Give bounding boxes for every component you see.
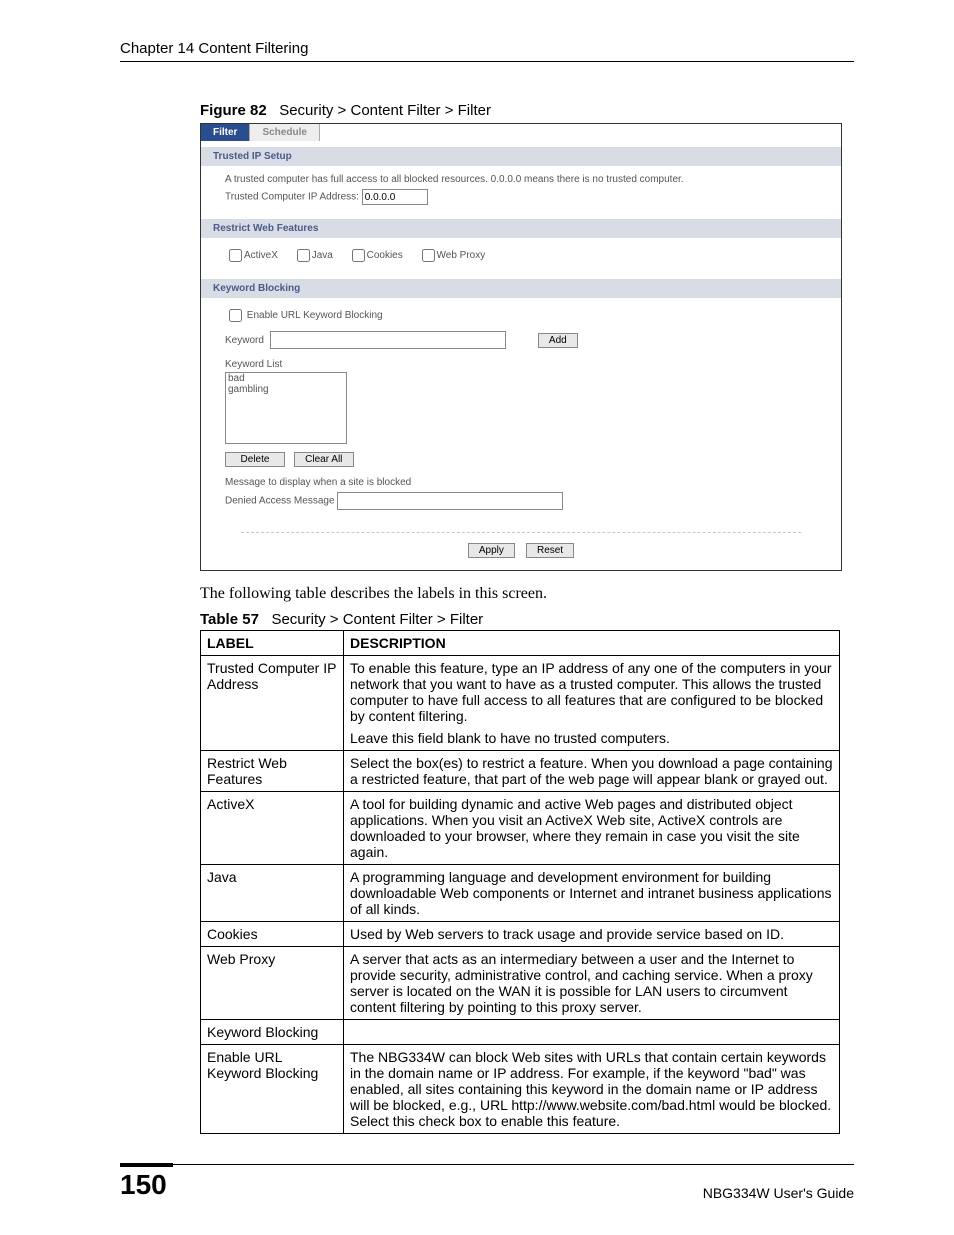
table-row: CookiesUsed by Web servers to track usag… (201, 922, 840, 947)
row-desc: Used by Web servers to track usage and p… (344, 922, 840, 947)
figure-title: Security > Content Filter > Filter (279, 102, 491, 119)
content-filter-ui: Filter Schedule Trusted IP Setup A trust… (200, 123, 842, 571)
page-number: 150 (120, 1163, 173, 1201)
table-label: Table 57 (200, 611, 259, 628)
restrict-body: ActiveX Java Cookies Web Proxy (201, 238, 841, 273)
activex-label: ActiveX (225, 250, 278, 261)
guide-name: NBG334W User's Guide (703, 1179, 854, 1201)
keyword-header: Keyword Blocking (201, 279, 841, 298)
col-label-header: LABEL (201, 631, 344, 656)
clear-all-button[interactable]: Clear All (294, 452, 354, 467)
denied-access-label: Denied Access Message (225, 496, 335, 507)
keyword-list-label: Keyword List (225, 359, 817, 370)
table-row: Web ProxyA server that acts as an interm… (201, 947, 840, 1020)
list-item[interactable]: gambling (226, 384, 346, 395)
row-desc: Select the box(es) to restrict a feature… (344, 751, 840, 792)
row-label: Web Proxy (201, 947, 344, 1020)
row-desc: The NBG334W can block Web sites with URL… (344, 1045, 840, 1134)
webproxy-label: Web Proxy (418, 250, 486, 261)
delete-button[interactable]: Delete (225, 452, 285, 467)
add-button[interactable]: Add (538, 333, 578, 348)
description-table: LABEL DESCRIPTION Trusted Computer IP Ad… (200, 630, 840, 1134)
row-desc: A programming language and development e… (344, 865, 840, 922)
table-row: Restrict Web FeaturesSelect the box(es) … (201, 751, 840, 792)
table-row: Enable URL Keyword BlockingThe NBG334W c… (201, 1045, 840, 1134)
figure-label: Figure 82 (200, 102, 267, 119)
page-footer: 150 NBG334W User's Guide (120, 1164, 854, 1201)
table-row: ActiveXA tool for building dynamic and a… (201, 792, 840, 865)
row-desc (344, 1020, 840, 1045)
cookies-checkbox[interactable] (352, 249, 365, 262)
table-row: Trusted Computer IP AddressTo enable thi… (201, 656, 840, 751)
figure-caption: Figure 82 Security > Content Filter > Fi… (200, 102, 854, 119)
trusted-ip-input[interactable] (362, 189, 428, 205)
row-label: Java (201, 865, 344, 922)
keyword-input[interactable] (270, 331, 506, 349)
table-caption: Table 57 Security > Content Filter > Fil… (200, 611, 854, 628)
trusted-ip-label: Trusted Computer IP Address: (225, 192, 359, 203)
tab-filter[interactable]: Filter (201, 124, 250, 141)
row-desc: A server that acts as an intermediary be… (344, 947, 840, 1020)
keyword-label: Keyword (225, 335, 264, 346)
body-text: The following table describes the labels… (200, 585, 854, 603)
row-label: Keyword Blocking (201, 1020, 344, 1045)
apply-button[interactable]: Apply (468, 543, 515, 558)
trusted-ip-header: Trusted IP Setup (201, 147, 841, 166)
button-row: Apply Reset (201, 543, 841, 558)
chapter-header: Chapter 14 Content Filtering (120, 40, 854, 62)
enable-keyword-checkbox[interactable] (229, 309, 242, 322)
table-row: JavaA programming language and developme… (201, 865, 840, 922)
tab-row: Filter Schedule (201, 124, 841, 141)
row-label: Restrict Web Features (201, 751, 344, 792)
activex-checkbox[interactable] (229, 249, 242, 262)
row-label: ActiveX (201, 792, 344, 865)
restrict-header: Restrict Web Features (201, 219, 841, 238)
row-label: Trusted Computer IP Address (201, 656, 344, 751)
tab-schedule[interactable]: Schedule (250, 124, 319, 141)
keyword-listbox[interactable]: bad gambling (225, 372, 347, 444)
java-label: Java (293, 250, 333, 261)
denied-access-input[interactable] (337, 492, 563, 510)
cookies-label: Cookies (348, 250, 403, 261)
table-row: Keyword Blocking (201, 1020, 840, 1045)
row-desc: To enable this feature, type an IP addre… (344, 656, 840, 751)
row-label: Enable URL Keyword Blocking (201, 1045, 344, 1134)
trusted-ip-desc: A trusted computer has full access to al… (225, 174, 817, 185)
row-desc: A tool for building dynamic and active W… (344, 792, 840, 865)
table-title: Security > Content Filter > Filter (271, 611, 483, 628)
list-item[interactable]: bad (226, 373, 346, 384)
webproxy-checkbox[interactable] (422, 249, 435, 262)
row-label: Cookies (201, 922, 344, 947)
enable-keyword-label: Enable URL Keyword Blocking (247, 310, 383, 321)
keyword-body: Enable URL Keyword Blocking Keyword Add … (201, 298, 841, 518)
trusted-ip-body: A trusted computer has full access to al… (201, 166, 841, 213)
blocked-msg-label: Message to display when a site is blocke… (225, 477, 817, 488)
separator (241, 532, 801, 533)
col-desc-header: DESCRIPTION (344, 631, 840, 656)
java-checkbox[interactable] (297, 249, 310, 262)
reset-button[interactable]: Reset (526, 543, 574, 558)
